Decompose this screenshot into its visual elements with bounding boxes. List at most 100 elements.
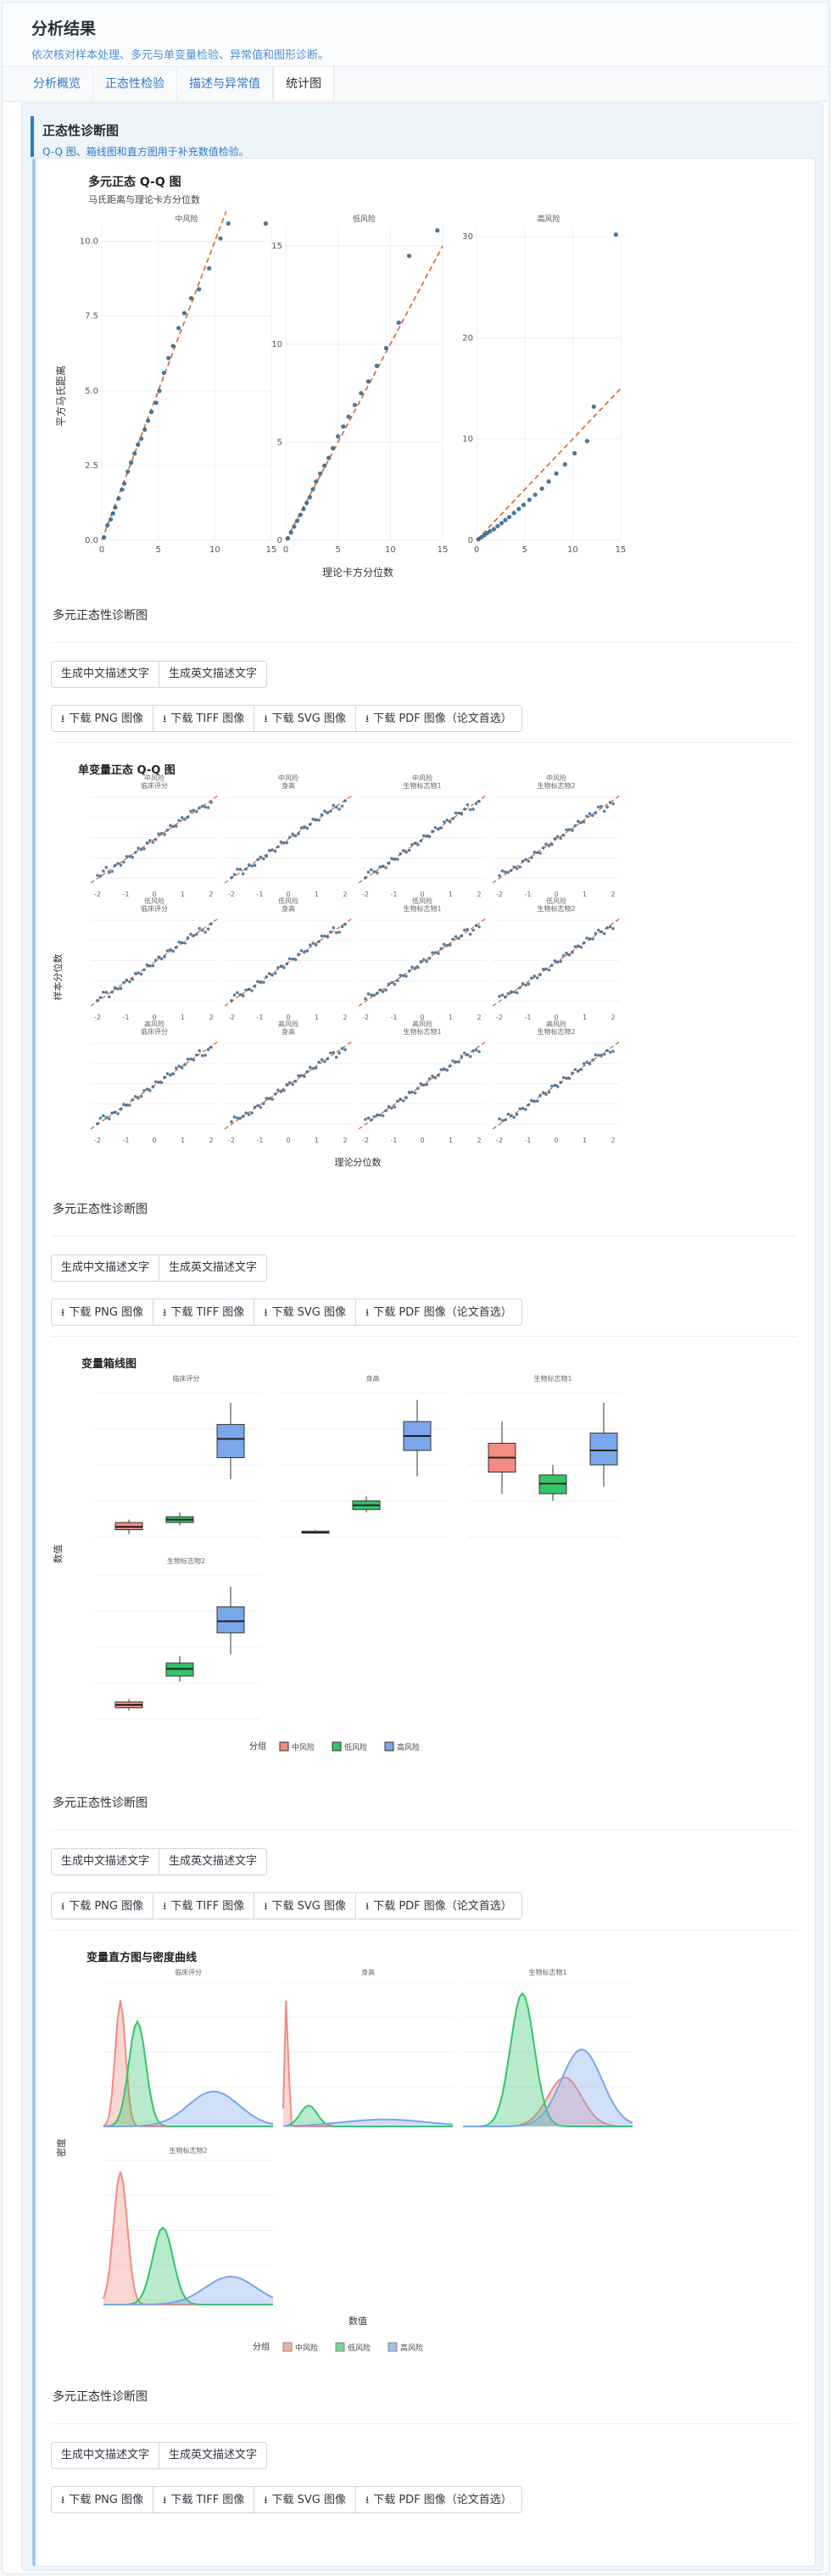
x-tick-label: -1 (123, 1014, 130, 1021)
y-tick-label: 7.5 (85, 312, 98, 321)
x-tick-label: 1 (583, 1014, 587, 1021)
y-tick-label: 10 (271, 340, 282, 349)
qq-point (498, 1117, 501, 1120)
qq-point (189, 932, 192, 936)
qq-point (209, 1046, 213, 1049)
tab-descriptives[interactable]: 描述与异常值 (177, 67, 273, 101)
x-tick-label: -1 (123, 1137, 130, 1144)
qq-point (102, 1114, 105, 1118)
download-icon: ⭳ (264, 1306, 268, 1318)
qq-point (282, 1088, 286, 1092)
generate-zh-description-button[interactable]: 生成中文描述文字 (51, 661, 160, 688)
generate-en-description-button[interactable]: 生成英文描述文字 (159, 1848, 268, 1875)
qq-point (96, 1121, 99, 1126)
qq-point (340, 804, 344, 808)
download-svg-button[interactable]: ⭳ 下载 SVG 图像 (254, 1892, 356, 1919)
qq-point (425, 835, 428, 838)
qq-point (165, 828, 170, 832)
qq-point (393, 1105, 397, 1109)
download-svg-label: 下载 SVG 图像 (271, 1306, 346, 1319)
qq-point (538, 852, 542, 855)
download-svg-button[interactable]: ⭳ 下载 SVG 图像 (254, 705, 356, 732)
qq-point (110, 511, 115, 516)
tab-plots[interactable]: 统计图 (273, 67, 334, 101)
facet-variable-label: 生物标志物1 (533, 1374, 572, 1383)
download-tiff-button[interactable]: ⭳ 下载 TIFF 图像 (153, 1299, 255, 1326)
generate-zh-description-button[interactable]: 生成中文描述文字 (51, 2442, 160, 2469)
download-tiff-label: 下载 TIFF 图像 (170, 2494, 245, 2506)
qq-point (297, 1074, 300, 1077)
download-tiff-button[interactable]: ⭳ 下载 TIFF 图像 (153, 2486, 255, 2513)
qq-point (113, 1110, 117, 1115)
qq-point (244, 988, 248, 992)
download-pdf-button[interactable]: ⭳ 下载 PDF 图像（论文首选） (355, 1892, 522, 1919)
section-header: 正态性诊断图 Q-Q 图、箱线图和直方图用于补充数值检验。 (31, 116, 814, 158)
qq-point (506, 514, 512, 520)
qq-point (512, 990, 516, 994)
download-png-button[interactable]: ⭳ 下载 PNG 图像 (51, 1299, 154, 1326)
qq-point (232, 1115, 237, 1119)
generate-en-description-button[interactable]: 生成英文描述文字 (159, 1254, 268, 1282)
qq-point (541, 1091, 545, 1094)
qq-point (431, 830, 434, 834)
qq-point (169, 947, 172, 952)
qq-point (192, 1058, 196, 1062)
generate-en-description-button[interactable]: 生成英文描述文字 (159, 2442, 268, 2469)
qq-point (387, 862, 391, 865)
generate-zh-description-button[interactable]: 生成中文描述文字 (51, 1848, 160, 1875)
reference-line (224, 795, 353, 884)
x-axis-label: 理论卡方分位数 (322, 566, 393, 578)
qq-point (506, 992, 510, 996)
qq-point (416, 843, 420, 847)
qq-point (410, 965, 414, 969)
download-tiff-button[interactable]: ⭳ 下载 TIFF 图像 (153, 705, 255, 732)
qq-point (433, 825, 438, 830)
qq-point (421, 834, 426, 838)
generate-en-description-button[interactable]: 生成英文描述文字 (159, 661, 268, 688)
qq-point (159, 957, 164, 961)
tab-normality-test[interactable]: 正态性检验 (93, 67, 177, 101)
qq-point (326, 1057, 330, 1061)
download-pdf-button[interactable]: ⭳ 下载 PDF 图像（论文首选） (355, 2486, 522, 2513)
divider (51, 1236, 797, 1237)
qq-point (188, 295, 193, 301)
download-pdf-button[interactable]: ⭳ 下载 PDF 图像（论文首选） (355, 705, 522, 732)
download-png-button[interactable]: ⭳ 下载 PNG 图像 (51, 2486, 154, 2513)
qq-point (468, 807, 472, 812)
download-pdf-button[interactable]: ⭳ 下载 PDF 图像（论文首选） (355, 1299, 522, 1326)
qq-point (186, 936, 190, 940)
tab-overview[interactable]: 分析概览 (21, 67, 93, 101)
download-png-button[interactable]: ⭳ 下载 PNG 图像 (51, 705, 154, 732)
qq-point (410, 842, 414, 847)
qq-point (518, 986, 521, 990)
qq-point (120, 487, 125, 492)
download-tiff-button[interactable]: ⭳ 下载 TIFF 图像 (153, 1892, 255, 1919)
download-svg-button[interactable]: ⭳ 下载 SVG 图像 (254, 2486, 356, 2513)
qq-point (579, 1068, 583, 1071)
generate-zh-description-button[interactable]: 生成中文描述文字 (51, 1254, 160, 1282)
qq-point (142, 427, 148, 433)
qq-point (96, 874, 99, 877)
download-png-button[interactable]: ⭳ 下载 PNG 图像 (51, 1892, 154, 1919)
download-icon: ⭳ (264, 712, 268, 724)
qq-point (509, 990, 513, 994)
y-tick-label: 0 (277, 536, 282, 545)
qq-point (460, 934, 464, 938)
qq-point (579, 945, 583, 949)
qq-point (139, 847, 143, 852)
qq-point (535, 976, 539, 980)
qq-point (153, 958, 158, 962)
reference-line (358, 795, 487, 884)
qq-point (366, 992, 371, 996)
qq-point (146, 418, 151, 423)
download-svg-button[interactable]: ⭳ 下载 SVG 图像 (254, 1299, 356, 1326)
qq-point (259, 855, 263, 859)
download-buttons: ⭳ 下载 PNG 图像 ⭳ 下载 TIFF 图像 ⭳ 下载 SVG 图像 ⭳ 下载 PD… (51, 1892, 522, 1919)
qq-point (425, 959, 428, 964)
describe-buttons: 生成中文描述文字 生成英文描述文字 (51, 2442, 268, 2469)
x-tick-label: -2 (228, 1014, 235, 1021)
qq-point (352, 402, 357, 408)
qq-point (341, 424, 346, 429)
qq-point (427, 1077, 432, 1081)
qq-point (573, 945, 577, 948)
